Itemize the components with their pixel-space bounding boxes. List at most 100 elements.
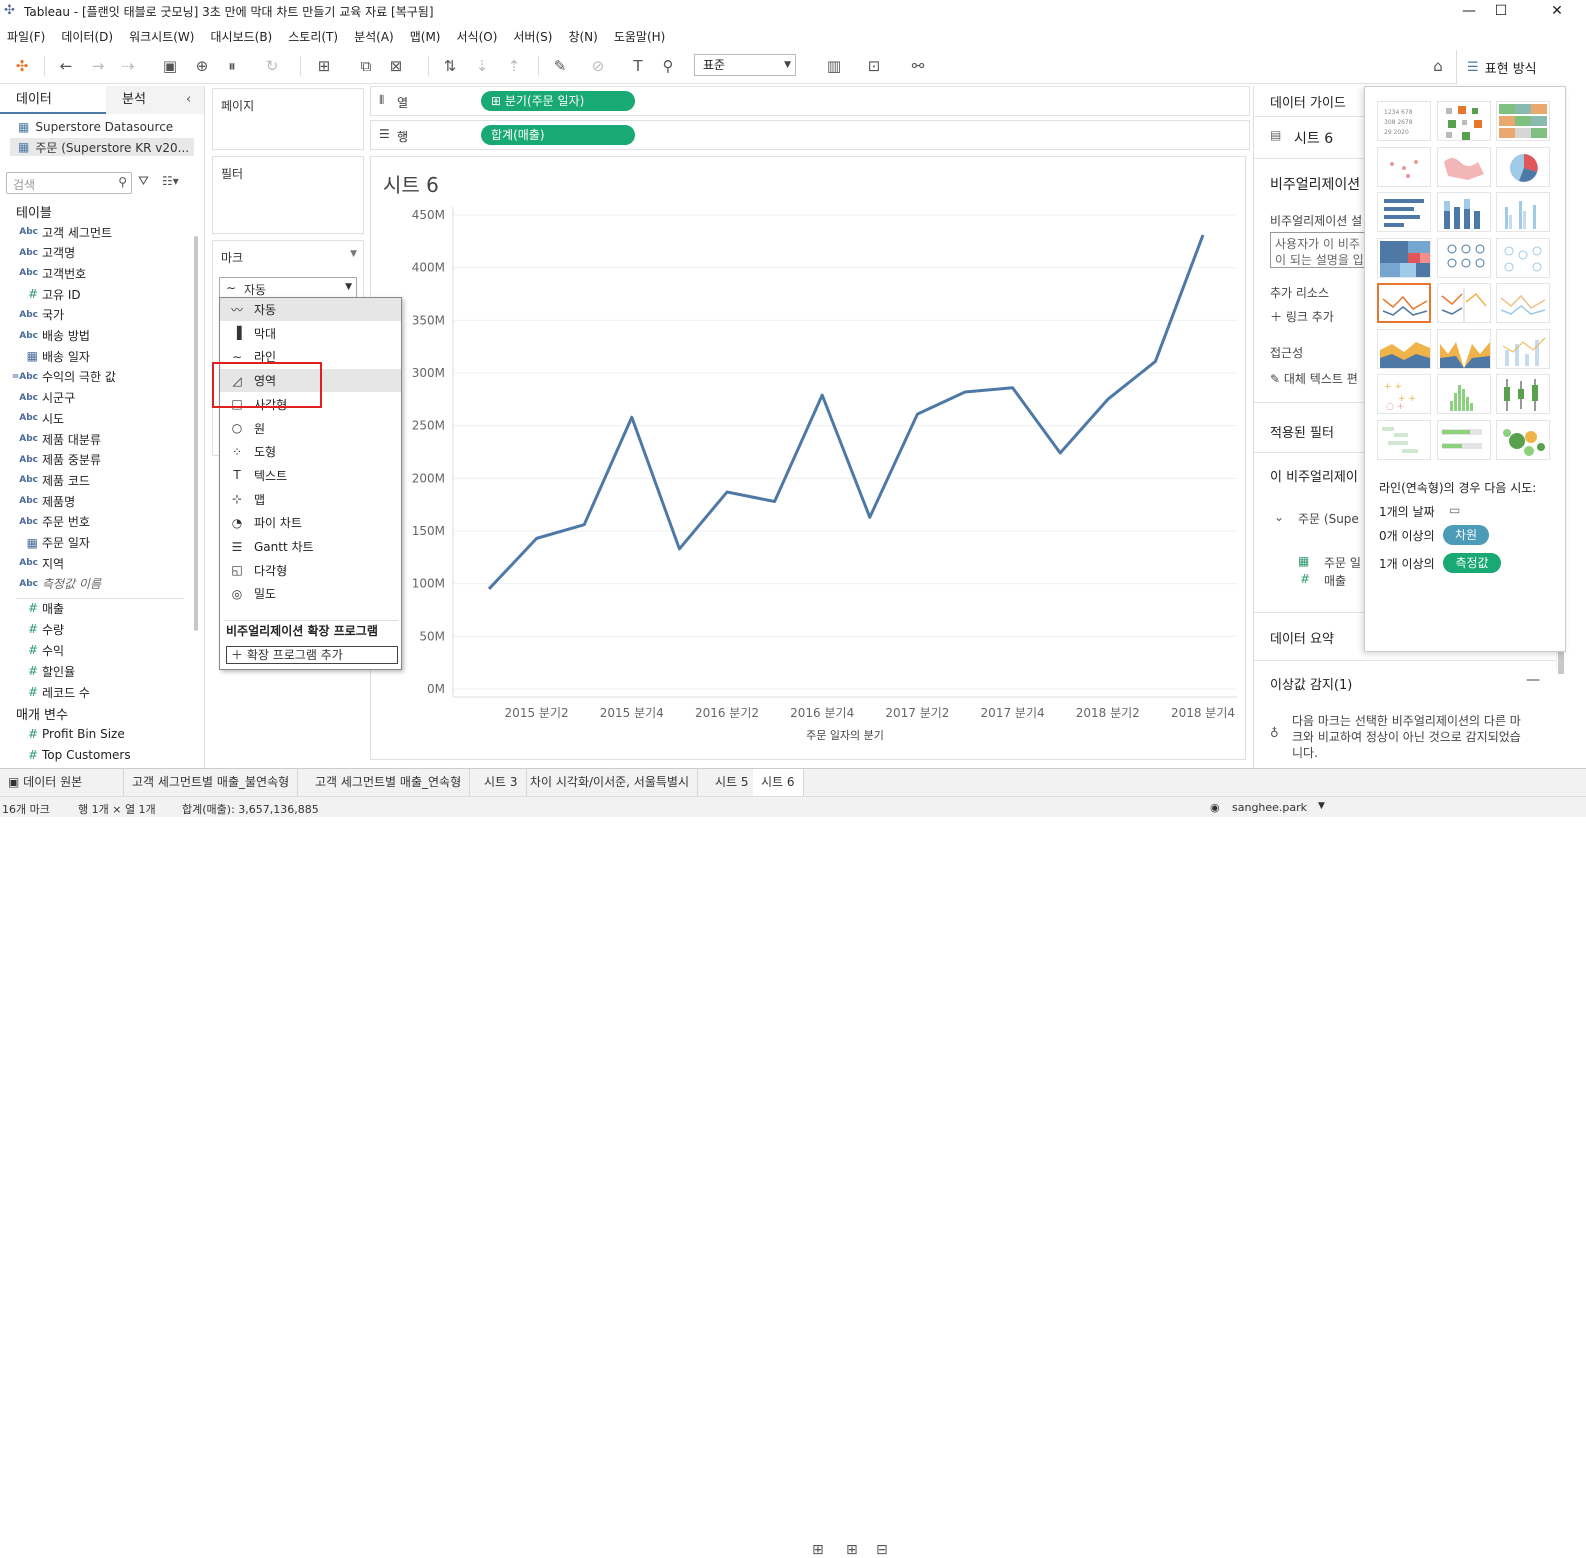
data-point[interactable]	[818, 391, 826, 399]
sort-ascending-icon[interactable]: ⇣	[472, 56, 492, 76]
new-worksheet-icon[interactable]: ⊞	[812, 1542, 824, 1558]
new-dashboard-icon[interactable]: ⊞	[846, 1542, 858, 1558]
chevron-down-icon[interactable]: ▼	[1318, 801, 1325, 811]
parameter-item[interactable]: # Top Customers	[0, 745, 200, 765]
dimension-field[interactable]: Abc 제품명	[0, 491, 200, 511]
data-point[interactable]	[913, 410, 921, 418]
data-point[interactable]	[1056, 449, 1064, 457]
dimension-field[interactable]: Abc 시도	[0, 408, 200, 428]
data-point[interactable]	[723, 488, 731, 496]
dimension-field[interactable]: Abc 제품 코드	[0, 470, 200, 490]
sheet-tab-active[interactable]: 시트 6	[753, 769, 804, 796]
menu-story[interactable]: 스토리(T)	[288, 28, 338, 45]
dimension-field[interactable]: Abc 국가	[0, 305, 200, 325]
alt-text-button[interactable]: ✎ 대체 텍스트 편	[1270, 370, 1358, 387]
parameter-item[interactable]: # Profit Bin Size	[0, 724, 200, 744]
highlight-icon[interactable]: ✎	[550, 56, 570, 76]
data-point[interactable]	[961, 388, 969, 396]
menu-format[interactable]: 서식(O)	[457, 28, 498, 45]
show-me-histogram[interactable]	[1436, 374, 1491, 414]
series-line[interactable]	[487, 234, 1205, 590]
new-story-icon[interactable]: ⊟	[876, 1542, 888, 1558]
data-point[interactable]	[771, 498, 779, 506]
measure-field[interactable]: # 수량	[0, 619, 200, 639]
menu-map[interactable]: 맵(M)	[410, 28, 441, 45]
sort-descending-icon[interactable]: ⇡	[504, 56, 524, 76]
mark-type-text[interactable]: T 텍스트	[220, 464, 401, 487]
search-input[interactable]: 검색 ⚲	[6, 172, 132, 194]
menu-worksheet[interactable]: 워크시트(W)	[129, 28, 194, 45]
filter-icon[interactable]: ⛛	[138, 174, 149, 189]
view-canvas[interactable]: 0M 50M 100M 150M 200M 250M 300M 350M 400M 450M 201…	[370, 156, 1246, 760]
close-button[interactable]: ✕	[1534, 0, 1580, 22]
clear-sheet-icon[interactable]: ⊠	[386, 56, 406, 76]
mark-type-bar-chart[interactable]: ▐ 막대	[220, 322, 401, 345]
show-me-dual-combination[interactable]	[1496, 328, 1550, 369]
dimension-field[interactable]: Abc 고객명	[0, 243, 200, 263]
data-point[interactable]	[485, 585, 493, 593]
measure-field[interactable]: # 레코드 수	[0, 682, 200, 702]
show-me-text-table[interactable]: 1234 678 308 2678 29 2020	[1377, 101, 1431, 141]
data-point[interactable]	[866, 513, 874, 521]
show-me-scatter-plot[interactable]: + + + + ○ +	[1377, 374, 1431, 414]
data-point[interactable]	[628, 413, 636, 421]
sheet-tab[interactable]: 고객 세그먼트별 매출_불연속형	[124, 769, 299, 796]
duplicate-sheet-icon[interactable]: ⧉	[356, 56, 376, 76]
dimension-field[interactable]: Abc 배송 방법	[0, 326, 200, 346]
mark-type-line-chart[interactable]: 〰 자동	[220, 298, 401, 321]
sheet-tab[interactable]: 시트 5	[707, 769, 758, 796]
dimension-field[interactable]: Abc 제품 중분류	[0, 450, 200, 470]
share-icon[interactable]: ⚯	[908, 56, 928, 76]
sheet-tab[interactable]: 고객 세그먼트별 매출_연속형	[307, 769, 471, 796]
dimension-field[interactable]: Abc 고객 세그먼트	[0, 222, 200, 242]
show-me-pie-chart[interactable]	[1496, 146, 1550, 187]
show-me-circle-view[interactable]	[1436, 237, 1491, 278]
mark-type-shape[interactable]: ⁘ 도형	[220, 440, 401, 463]
show-me-side-by-side-bar[interactable]	[1496, 192, 1550, 232]
show-me-line-discrete[interactable]	[1436, 283, 1491, 323]
show-me-symbol-map[interactable]	[1377, 146, 1431, 187]
columns-pill[interactable]: ⊞ 분기(주문 일자)	[481, 91, 635, 111]
save-icon[interactable]: ▣	[160, 56, 180, 76]
menu-server[interactable]: 서버(S)	[513, 28, 552, 45]
measure-field[interactable]: # 매출	[0, 598, 200, 618]
show-me-heat-map[interactable]	[1436, 101, 1491, 141]
undo-icon[interactable]: ←	[56, 56, 76, 76]
dimension-field[interactable]: =Abc 수익의 극한 값	[0, 367, 200, 387]
source-item[interactable]: 주문 (Supe	[1298, 510, 1359, 527]
filters-card[interactable]: 필터	[212, 156, 364, 234]
show-me-gantt[interactable]	[1377, 419, 1431, 460]
rows-pill[interactable]: 합계(매출)	[481, 125, 635, 145]
data-point[interactable]	[1104, 395, 1112, 403]
mark-type-polygon[interactable]: ◱ 다각형	[220, 559, 401, 582]
menu-dashboard[interactable]: 대시보드(B)	[210, 28, 272, 45]
redo-icon[interactable]: →	[88, 56, 108, 76]
show-me-tab[interactable]: ☰ 표현 방식	[1456, 50, 1586, 84]
show-me-horizontal-bar[interactable]	[1377, 192, 1431, 232]
show-me-side-by-side-circle[interactable]	[1496, 237, 1550, 278]
mark-type-dropdown[interactable]: ◎ 밀도 ◱ 다각형 ☰ Gantt 차트 ◔ 파이 차트 ⊹ 맵 T 텍스트 ⁘ 도형 ○ 원 □ 사각형 ◿ 영역…	[219, 297, 402, 670]
measure-field[interactable]: # 할인율	[0, 661, 200, 681]
columns-shelf[interactable]: ⦀ 열 ⊞ 분기(주문 일자)	[370, 86, 1250, 116]
swap-axes-icon[interactable]: ⇅	[440, 56, 460, 76]
add-link-button[interactable]: ＋ 링크 추가	[1270, 308, 1334, 325]
show-me-line-continuous[interactable]	[1377, 283, 1431, 323]
show-me-treemap[interactable]	[1377, 237, 1431, 278]
dimension-field[interactable]: Abc 지역	[0, 553, 200, 573]
mark-type-density[interactable]: ◎ 밀도	[220, 582, 401, 605]
replay-icon[interactable]: ⇢	[118, 56, 138, 76]
new-datasource-icon[interactable]: ⊕	[192, 56, 212, 76]
refresh-icon[interactable]: ↻	[262, 56, 282, 76]
labels-icon[interactable]: T	[628, 56, 648, 76]
show-me-area-continuous[interactable]	[1377, 328, 1431, 369]
mark-type-pie-chart[interactable]: ◔ 파이 차트	[220, 511, 401, 534]
pages-card[interactable]: 페이지	[212, 88, 364, 150]
line-chart[interactable]: 0M 50M 100M 150M 200M 250M 300M 350M 400M 450M 201…	[371, 157, 1247, 761]
menu-window[interactable]: 창(N)	[568, 28, 597, 45]
mark-type-circle[interactable]: ○ 원	[220, 417, 401, 440]
data-point[interactable]	[675, 545, 683, 553]
datasource-item[interactable]: ▦ Superstore Datasource	[18, 118, 173, 136]
dimension-field[interactable]: Abc 시군구	[0, 388, 200, 408]
data-point[interactable]	[1151, 357, 1159, 365]
chevron-down-icon[interactable]: ⌄	[1274, 510, 1284, 524]
